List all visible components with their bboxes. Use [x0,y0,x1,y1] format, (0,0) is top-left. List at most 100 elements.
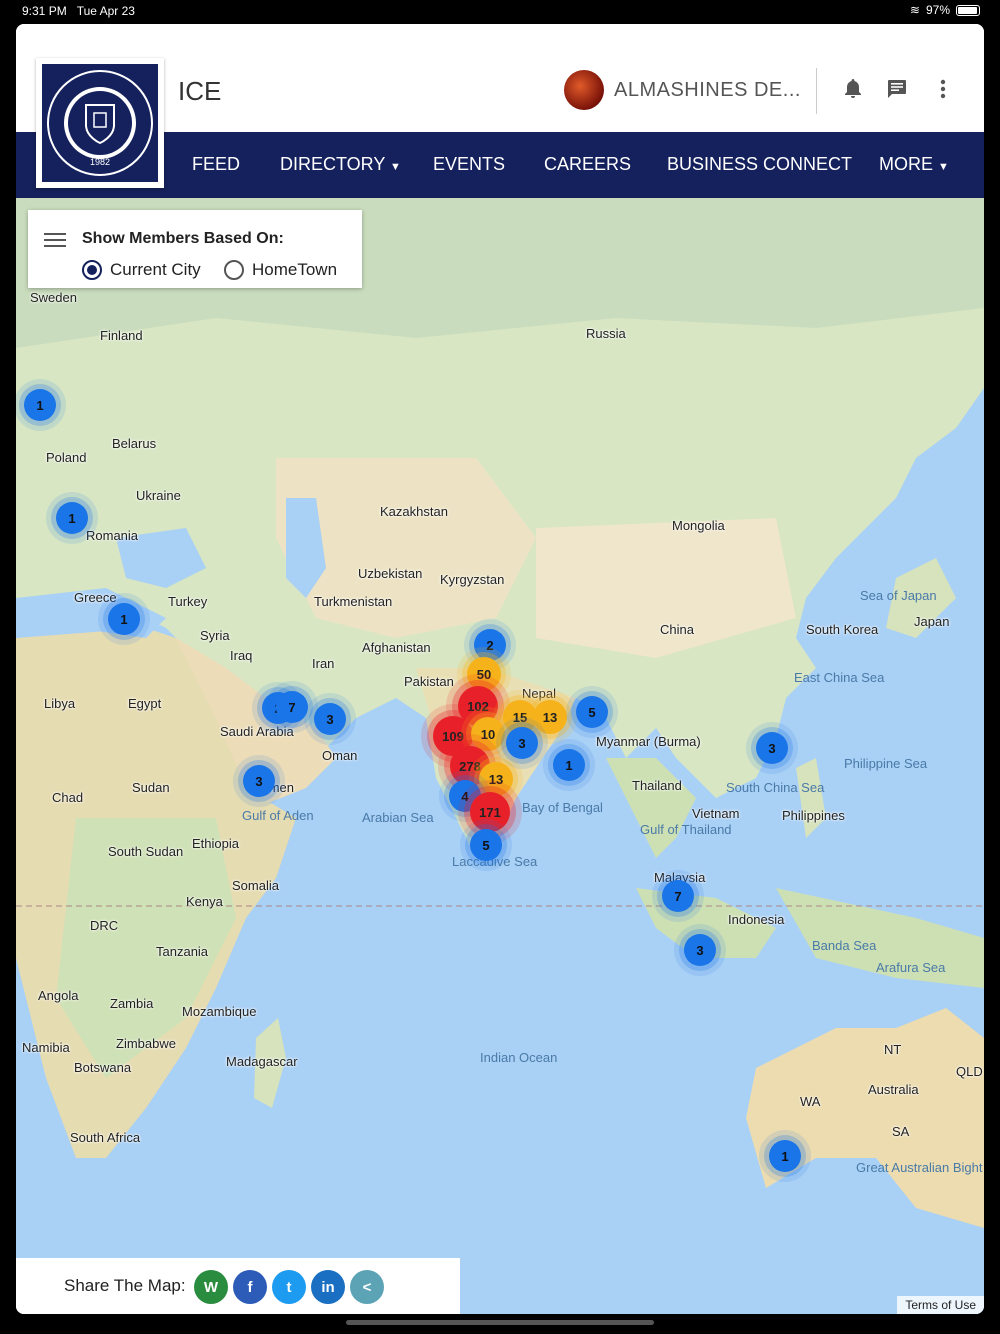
facebook-share-button[interactable]: f [233,1270,267,1304]
place-label: Namibia [22,1040,70,1055]
nav-careers[interactable]: CAREERS [544,154,631,175]
nav-feed[interactable]: FEED [192,154,240,175]
bell-icon[interactable] [840,76,866,102]
college-seal: 1982 [47,70,153,176]
member-cluster-marker[interactable]: 2 [474,629,506,661]
place-label: South Sudan [108,844,184,859]
member-cluster-marker[interactable]: 7 [662,880,694,912]
place-label: Oman [322,748,358,763]
place-label: Iran [312,656,335,671]
place-label: Sudan [132,780,170,795]
battery-icon [956,4,980,16]
place-label: East China Sea [794,670,885,685]
chevron-down-icon: ▼ [390,161,401,173]
member-cluster-marker[interactable]: 1 [24,389,56,421]
member-cluster-marker[interactable]: 3 [756,732,788,764]
place-label: Chad [52,790,84,805]
linkedin-share-button[interactable]: in [311,1270,345,1304]
share-label: Share The Map: [64,1276,186,1295]
nav-directory[interactable]: DIRECTORY ▼ [280,154,401,175]
share-icon-button[interactable]: < [350,1270,384,1304]
twitter-share-button[interactable]: t [272,1270,306,1304]
place-label: Vietnam [692,806,740,821]
place-label: QLD [956,1064,983,1079]
svg-text:1982: 1982 [90,157,110,167]
share-bar: Share The Map: W f t in < [16,1258,460,1314]
place-label: Saudi Arabia [220,724,294,739]
place-label: Indian Ocean [480,1050,558,1065]
member-cluster-marker[interactable]: 5 [576,696,608,728]
nav-business-connect[interactable]: BUSINESS CONNECT [667,154,852,175]
member-cluster-marker[interactable]: 1 [56,502,88,534]
member-cluster-marker[interactable]: 10 [471,717,505,751]
place-label: China [660,622,694,637]
message-icon[interactable] [884,76,910,102]
whatsapp-share-button[interactable]: W [194,1270,228,1304]
place-label: Greece [74,590,117,605]
place-label: South Korea [806,622,879,637]
place-label: Kenya [186,894,223,909]
place-label: Sweden [30,290,77,305]
place-label: Sea of Japan [860,588,937,603]
radio-hometown[interactable]: HomeTown [224,260,337,280]
place-label: Mongolia [672,518,725,533]
place-label: Australia [868,1082,919,1097]
nav-more[interactable]: MORE ▼ [879,154,949,175]
place-label: Thailand [632,778,682,793]
radio-button[interactable] [224,260,244,280]
place-label: Ethiopia [192,836,239,851]
member-cluster-marker[interactable]: 1 [769,1140,801,1172]
status-bar: 9:31 PM Tue Apr 23 ≋ 97% [0,0,1000,24]
wifi-icon: ≋ [909,3,920,17]
chevron-down-icon: ▼ [938,161,949,173]
app-title: ICE [178,76,222,106]
member-cluster-marker[interactable]: 5 [470,829,502,861]
member-cluster-marker[interactable]: 3 [243,765,275,797]
place-label: Syria [200,628,230,643]
place-label: Pakistan [404,674,454,689]
place-label: Philippines [782,808,845,823]
profile-menu[interactable]: ALMASHINES DE... [564,70,801,110]
filter-title: Show Members Based On: [82,230,284,247]
place-label: Somalia [232,878,279,893]
nav-events[interactable]: EVENTS [433,154,505,175]
place-label: Belarus [112,436,157,451]
profile-name[interactable]: ALMASHINES DE... [614,79,801,102]
place-label: Mozambique [182,1004,257,1019]
place-label: Bay of Bengal [522,800,603,815]
radio-label-hometown: HomeTown [252,260,338,279]
place-label: Uzbekistan [358,566,423,581]
place-label: Gulf of Thailand [640,822,732,837]
filter-panel: Show Members Based On: Current City Home… [28,210,362,288]
more-vertical-icon[interactable] [930,76,956,102]
place-label: Madagascar [226,1054,298,1069]
place-label: Angola [38,988,79,1003]
place-label: Philippine Sea [844,756,928,771]
member-cluster-marker[interactable]: 13 [479,762,513,796]
members-map[interactable]: Sweden Finland Russia Poland Belarus Ukraine R… [16,198,984,1314]
member-cluster-marker[interactable]: 171 [470,792,510,832]
place-label: SA [892,1124,910,1139]
member-cluster-marker[interactable]: 7 [276,691,308,723]
member-cluster-marker[interactable]: 13 [533,700,567,734]
place-label: Turkmenistan [314,594,393,609]
member-cluster-marker[interactable]: 3 [506,727,538,759]
place-label: Poland [46,450,87,465]
place-label: South China Sea [726,780,825,795]
header-divider [816,68,817,114]
terms-of-use-link[interactable]: Terms of Use [897,1296,984,1314]
member-cluster-marker[interactable]: 3 [314,703,346,735]
radio-current-city[interactable]: Current City [82,260,201,280]
member-cluster-marker[interactable]: 3 [684,934,716,966]
menu-icon[interactable] [44,232,66,253]
place-label: Romania [86,528,139,543]
place-label: WA [800,1094,821,1109]
place-label: Tanzania [156,944,209,959]
college-logo[interactable]: 1982 [36,58,164,188]
member-cluster-marker[interactable]: 1 [553,749,585,781]
place-label: Zambia [110,996,154,1011]
radio-button-selected[interactable] [82,260,102,280]
member-cluster-marker[interactable]: 1 [108,603,140,635]
avatar[interactable] [564,70,604,110]
status-time: 9:31 PM Tue Apr 23 [22,4,135,18]
